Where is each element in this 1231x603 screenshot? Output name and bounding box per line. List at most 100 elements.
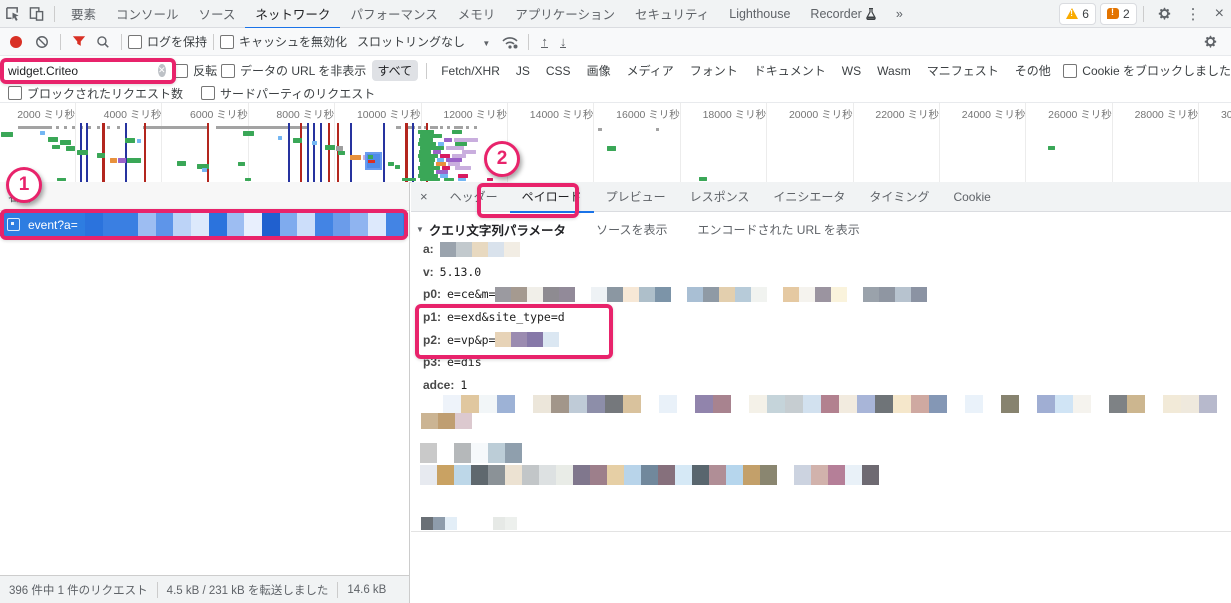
detail-tab-タイミング[interactable]: タイミング (857, 182, 941, 211)
tab-ネットワーク[interactable]: ネットワーク (245, 0, 340, 30)
detail-tab-イニシエータ[interactable]: イニシエータ (761, 182, 857, 211)
timeline-gridline (593, 103, 594, 182)
divider (157, 582, 158, 598)
detail-tab-Cookie[interactable]: Cookie (941, 182, 1002, 211)
waterfall-bar (440, 174, 448, 178)
import-har-icon[interactable]: ↑ (541, 36, 548, 48)
chip-ドキュメント[interactable]: ドキュメント (748, 60, 832, 81)
timeline-label: 2000 ミリ秒 (0, 107, 75, 122)
blocked-requests-checkbox[interactable] (8, 86, 22, 100)
hide-data-urls-checkbox[interactable] (221, 64, 235, 78)
mosaic-block (783, 287, 799, 302)
tab-Recorder[interactable]: Recorder (800, 1, 885, 27)
waterfall-bar (444, 138, 452, 142)
chip-WS[interactable]: WS (836, 62, 867, 80)
chip-マニフェスト[interactable]: マニフェスト (921, 60, 1005, 81)
mosaic-block (687, 287, 703, 302)
load-event-line (320, 123, 322, 182)
divider (213, 34, 214, 50)
close-detail-icon[interactable]: × (411, 189, 438, 204)
more-tabs-chevron[interactable]: » (886, 1, 913, 27)
mosaic-block (156, 213, 174, 236)
view-source-link[interactable]: ソースを表示 (596, 221, 667, 238)
disable-cache-checkbox[interactable] (220, 35, 234, 49)
waterfall-bar (350, 155, 361, 160)
query-string-section-header: ▼ クエリ文字列パラメータ ソースを表示 エンコードされた URL を表示 (416, 220, 860, 239)
filter-funnel-icon[interactable] (67, 31, 91, 53)
triangle-down-icon[interactable]: ▼ (416, 225, 424, 234)
close-devtools-icon[interactable]: × (1208, 5, 1231, 23)
tab-アプリケーション[interactable]: アプリケーション (505, 1, 625, 27)
timeline-gray-segment (598, 128, 602, 131)
clear-network-log-icon[interactable] (30, 31, 54, 53)
request-list-panel: 名前 event?a= 396 件中 1 件のリクエスト 4.5 kB / 23… (0, 182, 410, 603)
param-value: 1 (460, 378, 467, 392)
settings-gear-icon[interactable] (1150, 6, 1179, 21)
chip-メディア[interactable]: メディア (621, 60, 680, 81)
chip-フォント[interactable]: フォント (684, 60, 744, 81)
resource-type-chips: すべて Fetch/XHRJSCSS画像メディアフォントドキュメントWSWasmマ… (370, 60, 1059, 81)
tab-ソース[interactable]: ソース (189, 1, 246, 27)
load-event-line (383, 123, 385, 182)
third-party-checkbox[interactable] (201, 86, 215, 100)
third-party-label: サードパーティのリクエスト (220, 85, 375, 102)
redacted-value-mosaic (440, 242, 520, 257)
mosaic-block (591, 287, 607, 302)
filter-input[interactable] (6, 61, 158, 80)
network-overview-timeline[interactable]: 2000 ミリ秒4000 ミリ秒6000 ミリ秒8000 ミリ秒10000 ミリ… (0, 103, 1231, 183)
record-network-log-button[interactable] (10, 36, 22, 48)
chip-その他[interactable]: その他 (1009, 60, 1057, 81)
mosaic-block (138, 213, 156, 236)
detail-tab-レスポンス[interactable]: レスポンス (678, 182, 762, 211)
chip-すべて[interactable]: すべて (372, 60, 419, 81)
timeline-gridline (1025, 103, 1026, 182)
network-settings-gear-icon[interactable] (1196, 34, 1225, 49)
chip-CSS[interactable]: CSS (540, 62, 577, 80)
timeline-label: 12000 ミリ秒 (427, 107, 507, 122)
tab-要素[interactable]: 要素 (61, 1, 106, 27)
kebab-menu-icon[interactable]: ⋮ (1179, 5, 1208, 23)
chip-Wasm[interactable]: Wasm (871, 62, 917, 80)
mosaic-block (504, 242, 520, 257)
tab-パフォーマンス[interactable]: パフォーマンス (340, 1, 447, 27)
mosaic-block (173, 213, 191, 236)
export-har-icon[interactable]: ↓ (560, 36, 567, 48)
mosaic-block (472, 242, 488, 257)
mosaic-block (607, 287, 623, 302)
network-conditions-icon[interactable] (498, 31, 522, 53)
waterfall-bar (238, 162, 245, 166)
param-name: a: (423, 242, 434, 256)
waterfall-bar (312, 141, 317, 145)
tab-コンソール[interactable]: コンソール (106, 1, 189, 27)
preserve-log-checkbox[interactable] (128, 35, 142, 49)
blocked-cookies-checkbox[interactable] (1063, 64, 1077, 78)
throttling-select[interactable]: スロットリングなし ▼ (357, 33, 490, 50)
chip-Fetch/XHR[interactable]: Fetch/XHR (435, 62, 506, 80)
view-encoded-link[interactable]: エンコードされた URL を表示 (697, 221, 859, 238)
name-header-label: 名前 (8, 188, 32, 205)
blocked-requests-label: ブロックされたリクエスト数 (27, 85, 183, 102)
tab-セキュリティ[interactable]: セキュリティ (625, 1, 719, 27)
timeline-gray-segment (18, 126, 52, 129)
search-icon[interactable] (91, 31, 115, 53)
mosaic-block (815, 287, 831, 302)
detail-tab-ペイロード[interactable]: ペイロード (510, 180, 594, 214)
timeline-gray-segment (64, 126, 67, 129)
tab-Lighthouse[interactable]: Lighthouse (719, 1, 800, 27)
issues-badge[interactable]: 2 (1100, 3, 1137, 25)
mosaic-block (244, 213, 262, 236)
warnings-badge[interactable]: 6 (1059, 3, 1096, 25)
chip-画像[interactable]: 画像 (581, 60, 617, 81)
issue-icon (1107, 8, 1119, 19)
chip-JS[interactable]: JS (510, 62, 536, 80)
clear-filter-icon[interactable]: ✕ (158, 64, 166, 77)
tab-メモリ[interactable]: メモリ (448, 1, 506, 27)
invert-checkbox[interactable] (174, 64, 188, 78)
name-column-header[interactable]: 名前 (0, 182, 409, 211)
request-row-selected[interactable]: event?a= (0, 213, 408, 236)
divider (1143, 6, 1144, 22)
detail-tab-プレビュー[interactable]: プレビュー (594, 182, 678, 211)
device-toolbar-icon[interactable] (24, 3, 48, 25)
detail-tab-ヘッダー[interactable]: ヘッダー (438, 182, 510, 211)
inspect-element-icon[interactable] (0, 3, 24, 25)
